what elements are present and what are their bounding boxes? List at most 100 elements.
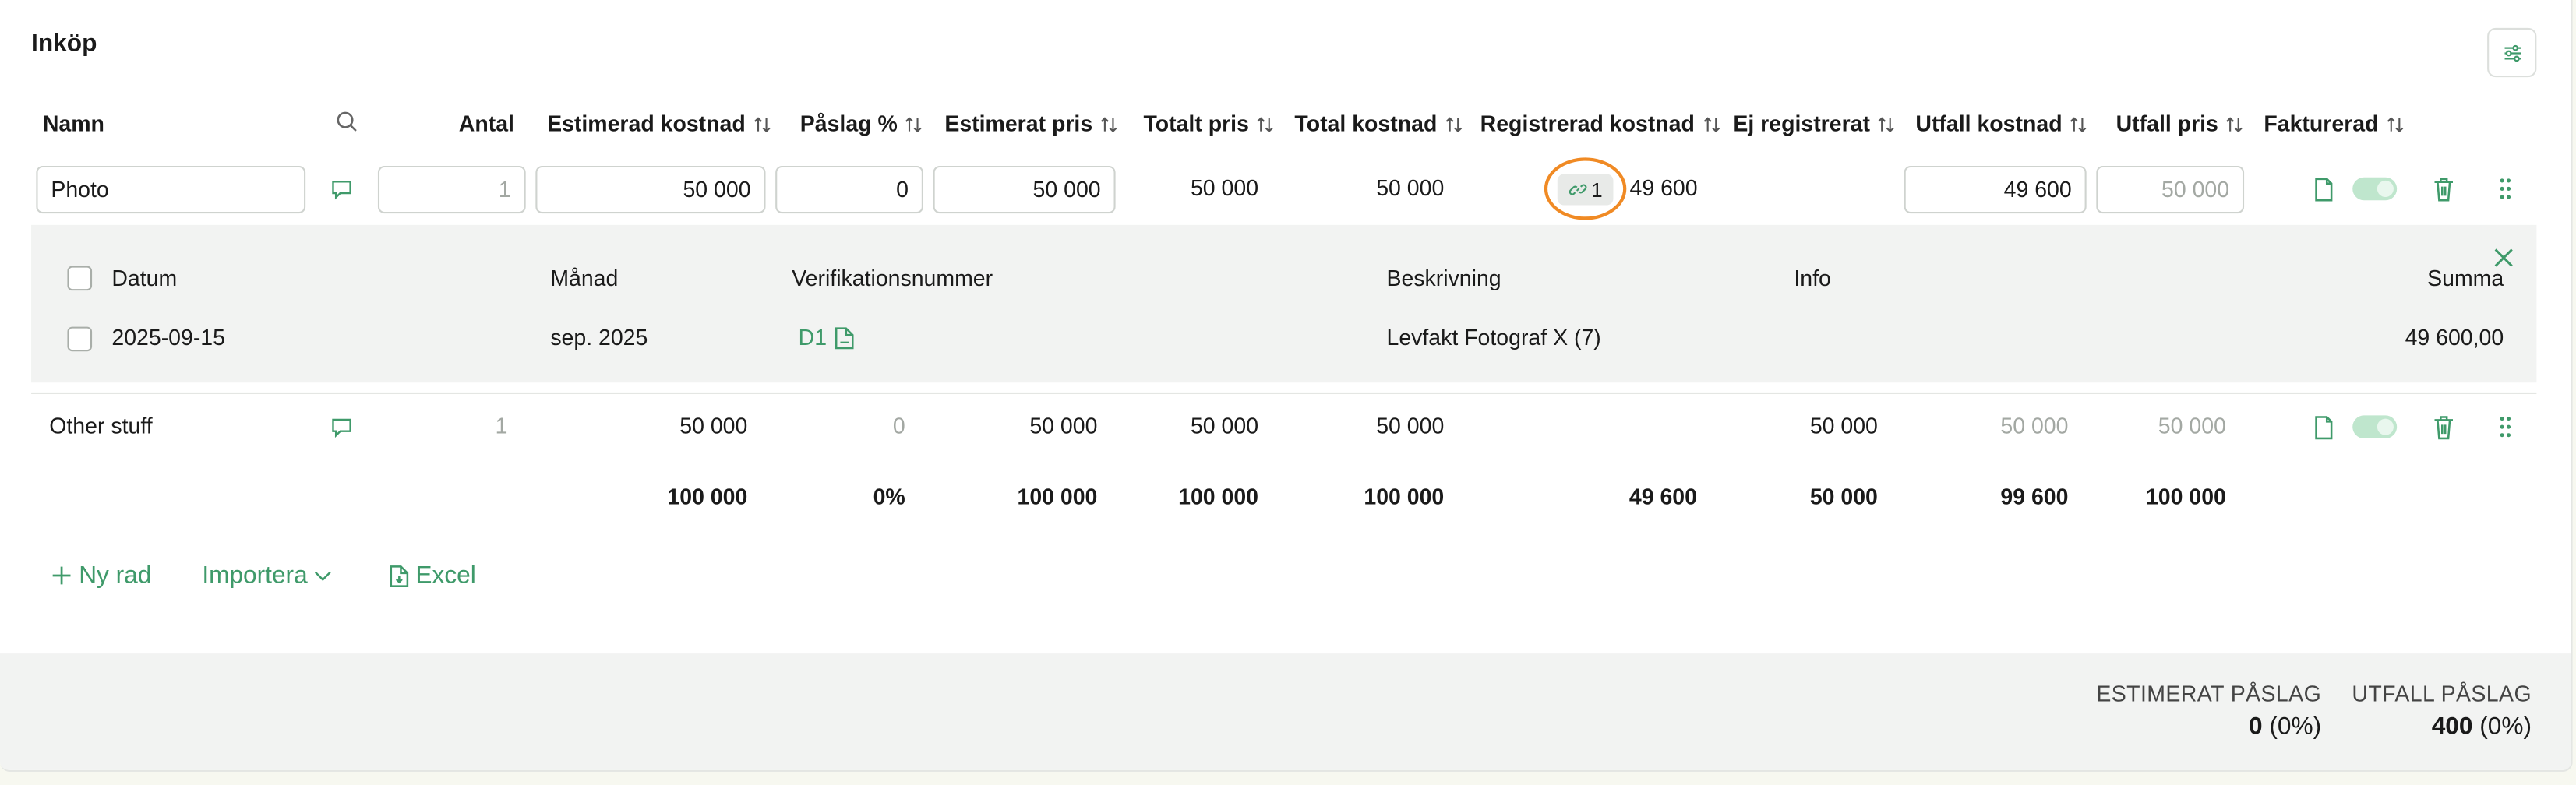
import-dropdown[interactable]: Importera — [202, 561, 332, 590]
document-icon[interactable] — [2310, 176, 2336, 202]
add-row-label: Ny rad — [79, 561, 152, 590]
antal-input[interactable]: 1 — [377, 165, 526, 214]
verification-link[interactable]: D1 — [799, 325, 855, 350]
sort-icon[interactable] — [1876, 114, 1896, 134]
sort-icon[interactable] — [1444, 114, 1463, 134]
sort-icon[interactable] — [2385, 114, 2405, 134]
total-ej-registrerat: 50 000 — [1809, 484, 1878, 509]
col-header-registrerad-kostnad[interactable]: Registrerad kostnad — [1480, 111, 1721, 136]
total-registrerad-kostnad: 49 600 — [1629, 484, 1697, 509]
linked-count: 1 — [1591, 178, 1603, 202]
sort-icon[interactable] — [1255, 114, 1275, 134]
excel-label: Excel — [415, 561, 476, 590]
total-kostnad-value: 50 000 — [1376, 414, 1445, 438]
estimerat-paslag-value: 0 (0%) — [2249, 713, 2322, 741]
paslag-input[interactable]: 0 — [775, 165, 923, 214]
row-divider — [31, 392, 2537, 395]
col-header-fakturerad[interactable]: Fakturerad — [2264, 111, 2405, 136]
verification-manad: sep. 2025 — [550, 325, 648, 350]
link-icon — [1568, 184, 1586, 195]
drag-handle-icon[interactable] — [2492, 176, 2518, 202]
sort-icon[interactable] — [1099, 114, 1119, 134]
estimerad-kostnad-value[interactable]: 50 000 — [679, 414, 747, 438]
antal-value[interactable]: 1 — [496, 414, 508, 438]
sort-icon[interactable] — [1701, 114, 1720, 134]
col-header-total-kostnad[interactable]: Total kostnad — [1294, 111, 1463, 136]
trash-icon[interactable] — [2430, 176, 2456, 202]
row-checkbox[interactable] — [67, 326, 93, 352]
file-download-icon — [390, 565, 409, 586]
verifications-panel — [31, 224, 2537, 383]
total-total-kostnad: 100 000 — [1364, 484, 1445, 509]
sort-icon[interactable] — [752, 114, 771, 134]
col-header-ej-registrerat[interactable]: Ej registrerat — [1733, 111, 1896, 136]
verifikationsnummer: D1 — [798, 325, 827, 350]
verification-datum: 2025-09-15 — [111, 325, 225, 350]
verification-beskrivning: Levfakt Fotograf X (7) — [1386, 325, 1601, 350]
col-header-estimerad-kostnad[interactable]: Estimerad kostnad — [547, 111, 771, 136]
excel-button[interactable]: Excel — [390, 561, 476, 590]
sub-header-beskrivning: Beskrivning — [1386, 266, 1501, 291]
utfall-paslag-value: 400 (0%) — [2431, 713, 2532, 741]
utfall-kostnad-input[interactable]: 49 600 — [1904, 165, 2087, 214]
col-header-totalt-pris[interactable]: Totalt pris — [1143, 111, 1275, 136]
utfall-pris-value[interactable]: 50 000 — [2158, 414, 2226, 438]
chevron-down-icon — [315, 570, 332, 581]
sort-icon[interactable] — [2069, 114, 2088, 134]
estimerad-kostnad-input[interactable]: 50 000 — [535, 165, 766, 214]
fakturerad-toggle[interactable] — [2352, 177, 2398, 201]
total-utfall-kostnad: 99 600 — [2000, 484, 2069, 509]
total-totalt-pris: 100 000 — [1178, 484, 1259, 509]
total-paslag: 0% — [873, 484, 905, 509]
comment-icon[interactable] — [329, 176, 355, 202]
comment-icon[interactable] — [329, 414, 355, 440]
document-icon[interactable] — [2310, 414, 2336, 440]
sub-header-info: Info — [1794, 266, 1831, 291]
col-header-antal: Antal — [458, 111, 514, 136]
total-kostnad-value: 50 000 — [1376, 175, 1445, 201]
pdf-file-icon — [835, 326, 855, 349]
totalt-pris-value: 50 000 — [1190, 414, 1259, 438]
estimerat-paslag-label: ESTIMERAT PÅSLAG — [2096, 681, 2322, 706]
drag-handle-icon[interactable] — [2492, 414, 2518, 440]
sub-header-manad: Månad — [550, 266, 619, 291]
fakturerad-toggle[interactable] — [2352, 415, 2398, 438]
namn-input[interactable]: Photo — [36, 165, 306, 214]
estimerat-pris-input[interactable]: 50 000 — [933, 165, 1116, 214]
col-header-estimerat-pris[interactable]: Estimerat pris — [944, 111, 1119, 136]
select-all-checkbox[interactable] — [67, 266, 93, 291]
registrerad-kostnad-value: 49 600 — [1629, 175, 1698, 201]
utfall-paslag-label: UTFALL PÅSLAG — [2352, 681, 2532, 706]
verification-summa: 49 600,00 — [2405, 325, 2504, 350]
col-header-utfall-pris[interactable]: Utfall pris — [2116, 111, 2245, 136]
summary-footer — [0, 653, 2571, 770]
col-header-namn: Namn — [42, 111, 104, 136]
sort-icon[interactable] — [904, 114, 923, 134]
purchases-card: Inköp Namn Antal Estimerad kostnad Påsla… — [0, 0, 2573, 772]
sliders-icon — [2504, 44, 2521, 62]
sub-header-summa: Summa — [2427, 266, 2504, 291]
total-estimerad-kostnad: 100 000 — [667, 484, 748, 509]
namn-value[interactable]: Other stuff — [49, 414, 152, 438]
total-estimerat-pris: 100 000 — [1017, 484, 1098, 509]
section-title: Inköp — [31, 29, 97, 58]
column-settings-button[interactable] — [2487, 27, 2537, 78]
col-header-paslag[interactable]: Påslag % — [800, 111, 924, 136]
ej-registrerat-value: 50 000 — [1809, 414, 1878, 438]
total-utfall-pris: 100 000 — [2145, 484, 2226, 509]
plus-icon — [52, 566, 71, 585]
import-label: Importera — [202, 561, 308, 590]
sort-icon[interactable] — [2225, 114, 2244, 134]
trash-icon[interactable] — [2430, 414, 2456, 440]
linked-verifications-chip[interactable]: 1 — [1557, 174, 1614, 206]
sub-header-verifikationsnummer: Verifikationsnummer — [792, 266, 993, 291]
col-header-utfall-kostnad[interactable]: Utfall kostnad — [1915, 111, 2088, 136]
estimerat-pris-value[interactable]: 50 000 — [1029, 414, 1097, 438]
search-icon[interactable] — [333, 108, 360, 135]
sub-header-datum: Datum — [111, 266, 178, 291]
utfall-kostnad-value[interactable]: 50 000 — [2000, 414, 2068, 438]
paslag-value[interactable]: 0 — [893, 414, 905, 438]
totalt-pris-value: 50 000 — [1190, 175, 1259, 201]
add-row-button[interactable]: Ny rad — [51, 561, 151, 590]
utfall-pris-input[interactable]: 50 000 — [2096, 165, 2245, 214]
